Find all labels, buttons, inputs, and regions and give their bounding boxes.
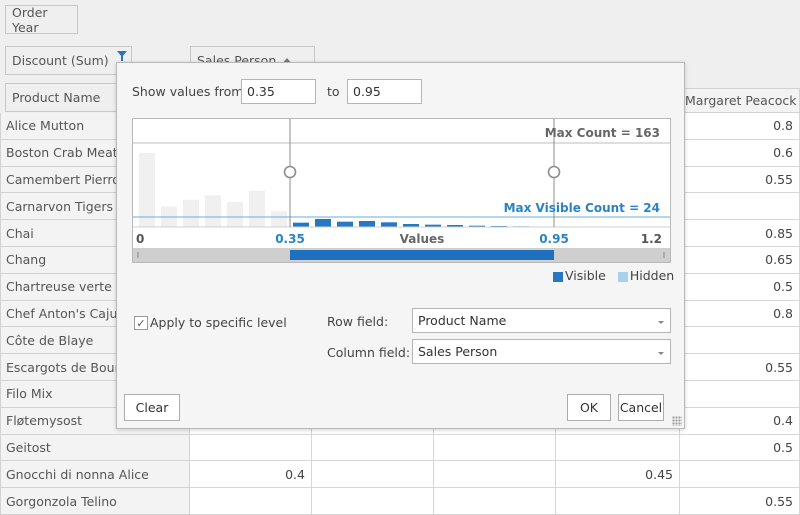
table-cell[interactable] [680,327,800,354]
histogram-bar [183,200,199,227]
table-cell[interactable]: 0.5 [680,435,800,462]
row-header[interactable]: Geitost [0,435,190,462]
table-cell[interactable] [680,381,800,408]
product-name-label: Product Name [12,90,100,105]
cancel-button[interactable]: Cancel [618,394,664,421]
legend-hidden-swatch [618,272,628,282]
table-cell[interactable]: 0.55 [680,167,800,194]
legend-visible-swatch [553,272,563,282]
row-header[interactable]: Gorgonzola Telino [0,488,190,515]
histogram-bar [227,202,243,227]
range-from-handle[interactable] [285,167,296,178]
chart-legend: Visible Hidden [553,268,674,283]
table-cell[interactable] [190,488,312,515]
range-to-handle[interactable] [549,167,560,178]
column-field-combo[interactable]: Sales Person [412,339,671,364]
row-field-label: Row field: [327,314,388,329]
distribution-chart-svg[interactable]: Max Count = 163 Max Visible Count = 24 0 1.… [133,119,670,262]
table-cell[interactable] [680,461,800,488]
row-header[interactable]: Gnocchi di nonna Alice [0,461,190,488]
column-header-margaret-peacock[interactable]: Margaret Peacock [680,88,800,113]
table-cell[interactable]: 0.8 [680,301,800,328]
order-year-field[interactable]: Order Year [5,5,78,34]
range-scrollbar-thumb[interactable] [290,250,554,260]
max-count-label: Max Count = 163 [545,126,660,140]
max-visible-count-label: Max Visible Count = 24 [504,201,660,215]
ok-button[interactable]: OK [567,394,611,421]
table-cell[interactable]: 0.85 [680,220,800,247]
table-row: Gnocchi di nonna Alice0.4 0.45 [0,461,800,488]
to-label: to [327,84,340,99]
table-row: Gorgonzola Telino 0.55 [0,488,800,515]
table-cell[interactable]: 0.4 [190,461,312,488]
table-cell[interactable]: 0.65 [680,247,800,274]
row-field-combo[interactable]: Product Name [412,308,671,333]
table-cell[interactable]: 0.55 [680,354,800,381]
column-field-label: Column field: [327,345,410,360]
table-cell[interactable] [434,435,556,462]
legend-visible-label: Visible [565,268,606,283]
table-cell[interactable] [434,488,556,515]
table-row: Geitost 0.5 [0,435,800,462]
histogram-bar [271,211,287,227]
histogram-bar [359,221,375,227]
from-value-input[interactable]: 0.35 [241,79,316,104]
table-cell[interactable]: 0.5 [680,274,800,301]
x-tick-label: 1.2 [641,232,662,246]
legend-hidden-label: Hidden [630,268,674,283]
discount-sum-label: Discount (Sum) [12,53,109,68]
distribution-chart[interactable]: Max Count = 163 Max Visible Count = 24 0 1.… [132,118,671,263]
x-tick-label: 0 [136,232,144,246]
range-from-label: 0.35 [275,232,305,246]
apply-level-checkbox[interactable]: ✓ [134,316,148,330]
discount-sum-field[interactable]: Discount (Sum) [5,46,132,75]
check-icon: ✓ [136,317,145,330]
table-cell[interactable]: 0.55 [680,488,800,515]
show-values-label: Show values from [132,84,243,99]
table-cell[interactable] [312,461,434,488]
table-cell[interactable] [556,435,680,462]
to-value-input[interactable]: 0.95 [347,79,422,104]
table-cell[interactable] [312,435,434,462]
chevron-down-icon [658,352,664,355]
clear-button[interactable]: Clear [124,394,180,421]
table-cell[interactable] [312,488,434,515]
table-cell[interactable]: 0.6 [680,140,800,167]
histogram-bar [381,222,397,227]
histogram-bar [139,153,155,227]
table-cell[interactable] [190,435,312,462]
table-cell[interactable] [434,461,556,488]
histogram-bar [205,195,221,227]
histogram-bar [293,223,309,227]
table-cell[interactable]: 0.45 [556,461,680,488]
x-axis-title: Values [400,232,445,246]
histogram-bar [249,191,265,227]
order-year-label: Order Year [12,5,71,35]
table-cell[interactable]: 0.8 [680,113,800,140]
resize-grip-icon[interactable] [672,416,682,426]
histogram-bar [337,222,353,227]
apply-level-label[interactable]: Apply to specific level [150,315,287,330]
range-to-label: 0.95 [539,232,569,246]
summary-filter-dialog: Show values from 0.35 to 0.95 Max Count … [116,62,685,429]
table-cell[interactable] [680,193,800,220]
chevron-down-icon [658,321,664,324]
table-cell[interactable]: 0.4 [680,408,800,435]
filter-icon[interactable] [117,51,127,57]
histogram-bar [315,219,331,227]
table-cell[interactable] [556,488,680,515]
